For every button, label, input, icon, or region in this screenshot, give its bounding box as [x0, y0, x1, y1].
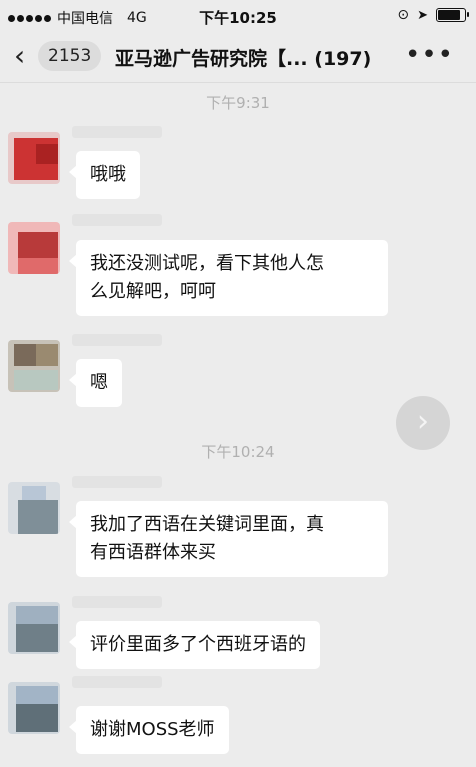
- message-bubble[interactable]: 谢谢MOSS老师: [69, 706, 229, 754]
- avatar[interactable]: [8, 482, 60, 534]
- battery-icon: [436, 8, 469, 22]
- message-text: 我加了西语在关键词里面，真: [90, 514, 324, 535]
- message-text: 么见解吧，呵呵: [90, 281, 216, 302]
- sender-name-blurred: [72, 214, 162, 226]
- sender-name-blurred: [72, 676, 162, 688]
- message-timestamp: 下午9:31: [206, 94, 270, 112]
- status-bar: 中国电信 4G 下午10:25 ⊙ ➤: [0, 0, 476, 32]
- message-bubble[interactable]: 哦哦: [69, 151, 140, 199]
- more-dots-icon[interactable]: •••: [405, 40, 454, 70]
- message-bubble[interactable]: 我还没测试呢，看下其他人怎 么见解吧，呵呵: [69, 240, 388, 316]
- unread-count-badge[interactable]: 2153: [38, 41, 102, 71]
- avatar[interactable]: [8, 340, 60, 392]
- chat-header: ‹ 2153 亚马逊广告研究院【... (197) •••: [0, 32, 476, 83]
- avatar[interactable]: [8, 132, 60, 184]
- message-bubble[interactable]: 嗯: [69, 359, 122, 407]
- message-bubble[interactable]: 评价里面多了个西班牙语的: [69, 621, 320, 669]
- status-right: ⊙ ➤: [397, 7, 469, 23]
- sender-name-blurred: [72, 596, 162, 608]
- sender-name-blurred: [72, 126, 162, 138]
- chevron-left-icon[interactable]: ‹: [14, 42, 25, 70]
- sender-name-blurred: [72, 476, 162, 488]
- message-text: 谢谢MOSS老师: [90, 719, 215, 740]
- sender-name-blurred: [72, 334, 162, 346]
- avatar[interactable]: [8, 602, 60, 654]
- message-text: 有西语群体来买: [90, 542, 216, 563]
- orientation-lock-icon: ⊙: [397, 7, 410, 23]
- avatar[interactable]: [8, 222, 60, 274]
- message-timestamp: 下午10:24: [201, 443, 275, 461]
- message-bubble[interactable]: 我加了西语在关键词里面，真 有西语群体来买: [69, 501, 388, 577]
- message-text: 哦哦: [90, 164, 126, 185]
- location-arrow-icon: ➤: [417, 7, 428, 23]
- message-text: 嗯: [90, 372, 108, 393]
- chat-title: 亚马逊广告研究院【... (197): [115, 48, 372, 70]
- message-text: 评价里面多了个西班牙语的: [90, 634, 306, 655]
- message-text: 我还没测试呢，看下其他人怎: [90, 253, 324, 274]
- avatar[interactable]: [8, 682, 60, 734]
